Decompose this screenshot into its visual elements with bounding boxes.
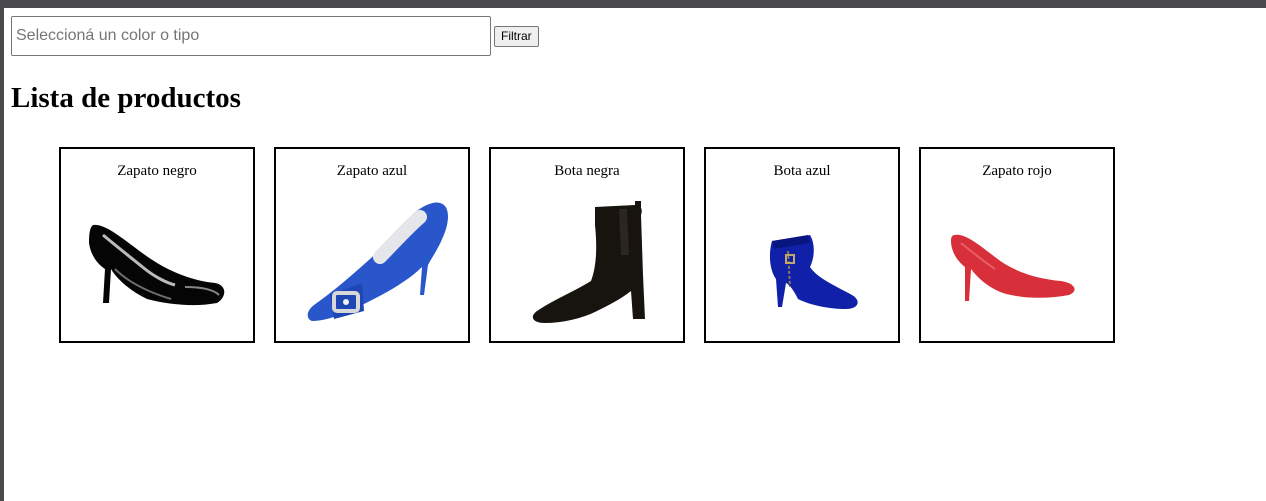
black-pump-image <box>89 224 225 306</box>
product-list: Zapato negro Zapato azul Bota negra Bota… <box>59 147 1115 343</box>
black-ankle-boot-image <box>532 201 645 323</box>
filter-button[interactable]: Filtrar <box>494 25 539 47</box>
product-card[interactable]: Bota azul <box>704 147 900 343</box>
product-card[interactable]: Zapato azul <box>274 147 470 343</box>
browser-viewport: Filtrar Lista de productos Zapato negro … <box>4 8 1266 501</box>
product-card[interactable]: Zapato negro <box>59 147 255 343</box>
product-name: Bota negra <box>554 163 620 179</box>
blue-satin-pump-image <box>307 202 448 321</box>
product-card[interactable]: Zapato rojo <box>919 147 1115 343</box>
red-pump-image <box>951 234 1075 301</box>
product-name: Zapato negro <box>117 163 197 179</box>
product-name: Bota azul <box>773 163 831 179</box>
blue-ankle-boot-image <box>769 235 858 309</box>
filter-input[interactable] <box>11 16 491 56</box>
filter-bar: Filtrar <box>11 16 539 56</box>
product-name: Zapato azul <box>336 163 408 179</box>
page-title: Lista de productos <box>11 82 241 114</box>
product-name: Zapato rojo <box>982 163 1052 179</box>
product-card[interactable]: Bota negra <box>489 147 685 343</box>
